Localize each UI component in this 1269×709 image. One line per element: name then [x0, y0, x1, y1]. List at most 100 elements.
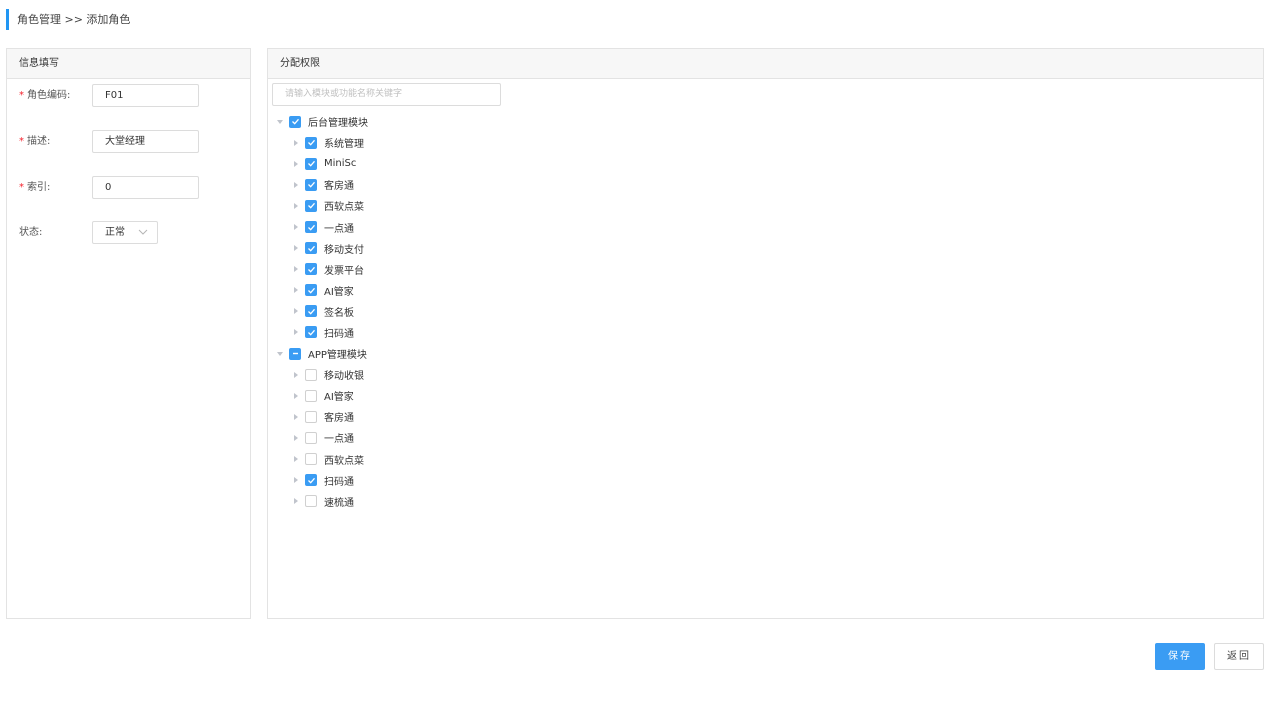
tree-item-node[interactable]: 系统管理 — [268, 132, 668, 153]
tree-item-node[interactable]: AI管家 — [268, 385, 668, 406]
checkbox-indeterminate[interactable] — [289, 347, 301, 360]
tree-item-node[interactable]: 西软点菜 — [268, 449, 668, 470]
check-icon — [307, 224, 315, 231]
tree-node-label: 发票平台 — [324, 265, 364, 277]
checkbox-checked[interactable] — [305, 284, 317, 297]
save-button[interactable]: 保存 — [1155, 643, 1205, 670]
caret-right-icon[interactable] — [291, 433, 301, 443]
tree-item-node[interactable]: 扫码通 — [268, 322, 668, 343]
tree-node-label: 西软点菜 — [324, 202, 364, 214]
check-icon — [307, 161, 315, 167]
tree-node-label: 客房通 — [324, 413, 354, 425]
index-input[interactable]: 0 — [92, 176, 199, 199]
status-row: 状态: 正常 — [19, 221, 244, 244]
caret-right-icon[interactable] — [291, 243, 301, 253]
checkbox-checked[interactable] — [289, 115, 301, 128]
caret-down-icon[interactable] — [275, 349, 285, 359]
check-icon — [291, 118, 299, 125]
caret-right-icon[interactable] — [291, 201, 301, 211]
caret-right-icon[interactable] — [291, 222, 301, 232]
checkbox-checked[interactable] — [305, 221, 317, 234]
tree-item-node[interactable]: 签名板 — [268, 301, 668, 322]
checkbox-checked[interactable] — [305, 263, 317, 276]
check-icon — [307, 140, 315, 146]
description-label: * 描述: — [19, 136, 51, 147]
tree-node-label: 西软点菜 — [324, 455, 364, 467]
checkbox-checked[interactable] — [305, 242, 317, 255]
status-select[interactable]: 正常 — [92, 221, 158, 244]
checkbox-checked[interactable] — [305, 305, 317, 318]
checkbox-unchecked[interactable] — [305, 431, 317, 444]
caret-right-icon[interactable] — [291, 391, 301, 401]
checkbox-unchecked[interactable] — [305, 368, 317, 381]
role-code-input[interactable]: F01 — [92, 84, 199, 107]
tree-node-label: AI管家 — [324, 286, 354, 298]
breadcrumb: 角色管理 >> 添加角色 — [6, 9, 130, 30]
tree-item-node[interactable]: 西软点菜 — [268, 195, 668, 216]
checkbox-unchecked[interactable] — [305, 389, 317, 402]
tree-node-label: 一点通 — [324, 434, 354, 446]
checkbox-unchecked[interactable] — [305, 453, 317, 466]
tree-item-node[interactable]: 发票平台 — [268, 259, 668, 280]
status-label: 状态: — [19, 227, 43, 238]
tree-node-label: 移动收银 — [324, 371, 364, 383]
page: 角色管理 >> 添加角色 信息填写 * 角色编码: F01 * 描述: 大堂经理 *… — [0, 0, 1269, 709]
tree-item-node[interactable]: AI管家 — [268, 280, 668, 301]
description-row: * 描述: 大堂经理 — [19, 130, 244, 153]
tree-module-node[interactable]: APP管理模块 — [268, 343, 668, 364]
breadcrumb-text: 角色管理 >> 添加角色 — [17, 13, 131, 26]
checkbox-checked[interactable] — [305, 157, 317, 170]
tree-item-node[interactable]: 客房通 — [268, 174, 668, 195]
tree-item-node[interactable]: 客房通 — [268, 406, 668, 427]
caret-down-icon[interactable] — [275, 117, 285, 127]
required-mark: * — [19, 182, 24, 193]
tree-item-node[interactable]: 移动收银 — [268, 364, 668, 385]
tree-item-node[interactable]: 一点通 — [268, 216, 668, 237]
check-icon — [307, 477, 315, 484]
tree-node-label: 扫码通 — [324, 328, 354, 340]
checkbox-checked[interactable] — [305, 199, 317, 212]
tree-item-node[interactable]: 移动支付 — [268, 238, 668, 259]
permission-tree: 后台管理模块 系统管理 MiniSc 客房通 西软点菜 一点通 移动支付 发票平台 AI管家 签名… — [268, 111, 668, 512]
tree-node-label: 客房通 — [324, 181, 354, 193]
tree-module-node[interactable]: 后台管理模块 — [268, 111, 668, 132]
tree-item-node[interactable]: 速梳通 — [268, 491, 668, 512]
caret-right-icon[interactable] — [291, 454, 301, 464]
checkbox-checked[interactable] — [305, 136, 317, 149]
caret-right-icon[interactable] — [291, 285, 301, 295]
permission-panel: 分配权限 请输入模块或功能名称关键字 后台管理模块 系统管理 MiniSc 客房通 西软… — [267, 48, 1264, 619]
description-input[interactable]: 大堂经理 — [92, 130, 199, 153]
tree-node-label: 后台管理模块 — [308, 118, 368, 130]
caret-right-icon[interactable] — [291, 264, 301, 274]
caret-right-icon[interactable] — [291, 370, 301, 380]
tree-node-label: MiniSc — [324, 158, 357, 170]
checkbox-checked[interactable] — [305, 326, 317, 339]
tree-node-label: 速梳通 — [324, 497, 354, 509]
caret-right-icon[interactable] — [291, 412, 301, 422]
checkbox-checked[interactable] — [305, 178, 317, 191]
status-value: 正常 — [105, 227, 125, 238]
caret-right-icon[interactable] — [291, 327, 301, 337]
check-icon — [307, 266, 315, 273]
tree-node-label: AI管家 — [324, 392, 354, 404]
check-icon — [307, 308, 315, 315]
tree-item-node[interactable]: 扫码通 — [268, 470, 668, 491]
caret-right-icon[interactable] — [291, 306, 301, 316]
check-icon — [307, 287, 315, 294]
checkbox-unchecked[interactable] — [305, 495, 317, 508]
tree-item-node[interactable]: MiniSc — [268, 153, 668, 174]
caret-right-icon[interactable] — [291, 496, 301, 506]
caret-right-icon[interactable] — [291, 159, 301, 169]
back-button[interactable]: 返回 — [1214, 643, 1264, 670]
checkbox-checked[interactable] — [305, 474, 317, 487]
required-mark: * — [19, 90, 24, 101]
info-panel: 信息填写 * 角色编码: F01 * 描述: 大堂经理 * 索引: 0 状态: 正常 — [6, 48, 251, 619]
tree-search-input[interactable]: 请输入模块或功能名称关键字 — [272, 83, 501, 106]
caret-right-icon[interactable] — [291, 180, 301, 190]
check-icon — [307, 203, 315, 210]
tree-item-node[interactable]: 一点通 — [268, 427, 668, 448]
caret-right-icon[interactable] — [291, 138, 301, 148]
caret-right-icon[interactable] — [291, 475, 301, 485]
index-label: * 索引: — [19, 182, 51, 193]
checkbox-unchecked[interactable] — [305, 410, 317, 423]
